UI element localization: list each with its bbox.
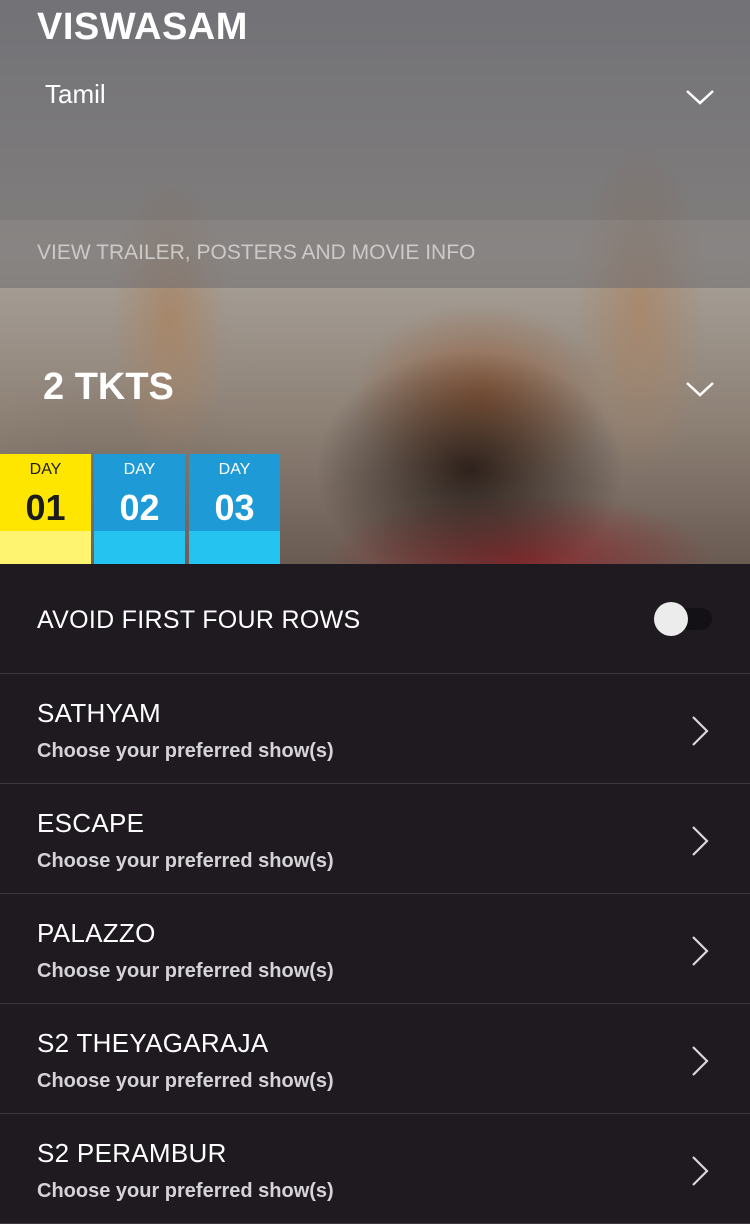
theatre-name: S2 PERAMBUR [37,1138,227,1168]
theatre-row-sathyam[interactable]: SATHYAM Choose your preferred show(s) [0,674,750,784]
theatre-list: AVOID FIRST FOUR ROWS SATHYAM Choose you… [0,564,750,1224]
movie-info-link[interactable]: VIEW TRAILER, POSTERS AND MOVIE INFO [37,241,475,265]
theatre-row-s2-perambur[interactable]: S2 PERAMBUR Choose your preferred show(s… [0,1114,750,1224]
chevron-down-icon[interactable] [685,380,715,398]
theatre-subtitle: Choose your preferred show(s) [37,1070,334,1092]
movie-title: VISWASAM [37,6,248,48]
movie-header: VISWASAM Tamil VIEW TRAILER, POSTERS AND… [0,0,750,564]
day-label: DAY [123,461,156,478]
day-number: 03 [214,487,255,528]
day-tab-02[interactable]: DAY 02 [94,454,185,564]
language-selector[interactable]: Tamil [45,79,106,110]
theatre-row-escape[interactable]: ESCAPE Choose your preferred show(s) [0,784,750,894]
day-number: 02 [119,487,160,528]
chevron-right-icon[interactable] [690,825,710,857]
theatre-name: PALAZZO [37,918,156,948]
day-label: DAY [29,461,62,478]
theatre-row-palazzo[interactable]: PALAZZO Choose your preferred show(s) [0,894,750,1004]
avoid-rows-toggle[interactable] [654,602,712,636]
chevron-right-icon[interactable] [690,935,710,967]
theatre-subtitle: Choose your preferred show(s) [37,850,334,872]
theatre-name: S2 THEYAGARAJA [37,1028,269,1058]
theatre-subtitle: Choose your preferred show(s) [37,740,334,762]
chevron-right-icon[interactable] [690,1155,710,1187]
avoid-rows-setting: AVOID FIRST FOUR ROWS [0,564,750,674]
theatre-name: SATHYAM [37,698,161,728]
day-tab-01[interactable]: DAY 01 [0,454,91,564]
chevron-right-icon[interactable] [690,715,710,747]
theatre-subtitle: Choose your preferred show(s) [37,960,334,982]
avoid-rows-label: AVOID FIRST FOUR ROWS [37,606,361,634]
day-tab-03[interactable]: DAY 03 [189,454,280,564]
day-label: DAY [218,461,251,478]
chevron-down-icon[interactable] [685,88,715,106]
ticket-count[interactable]: 2 TKTS [43,366,174,409]
theatre-row-s2-theyagaraja[interactable]: S2 THEYAGARAJA Choose your preferred sho… [0,1004,750,1114]
theatre-name: ESCAPE [37,808,145,838]
day-number: 01 [25,487,66,528]
chevron-right-icon[interactable] [690,1045,710,1077]
